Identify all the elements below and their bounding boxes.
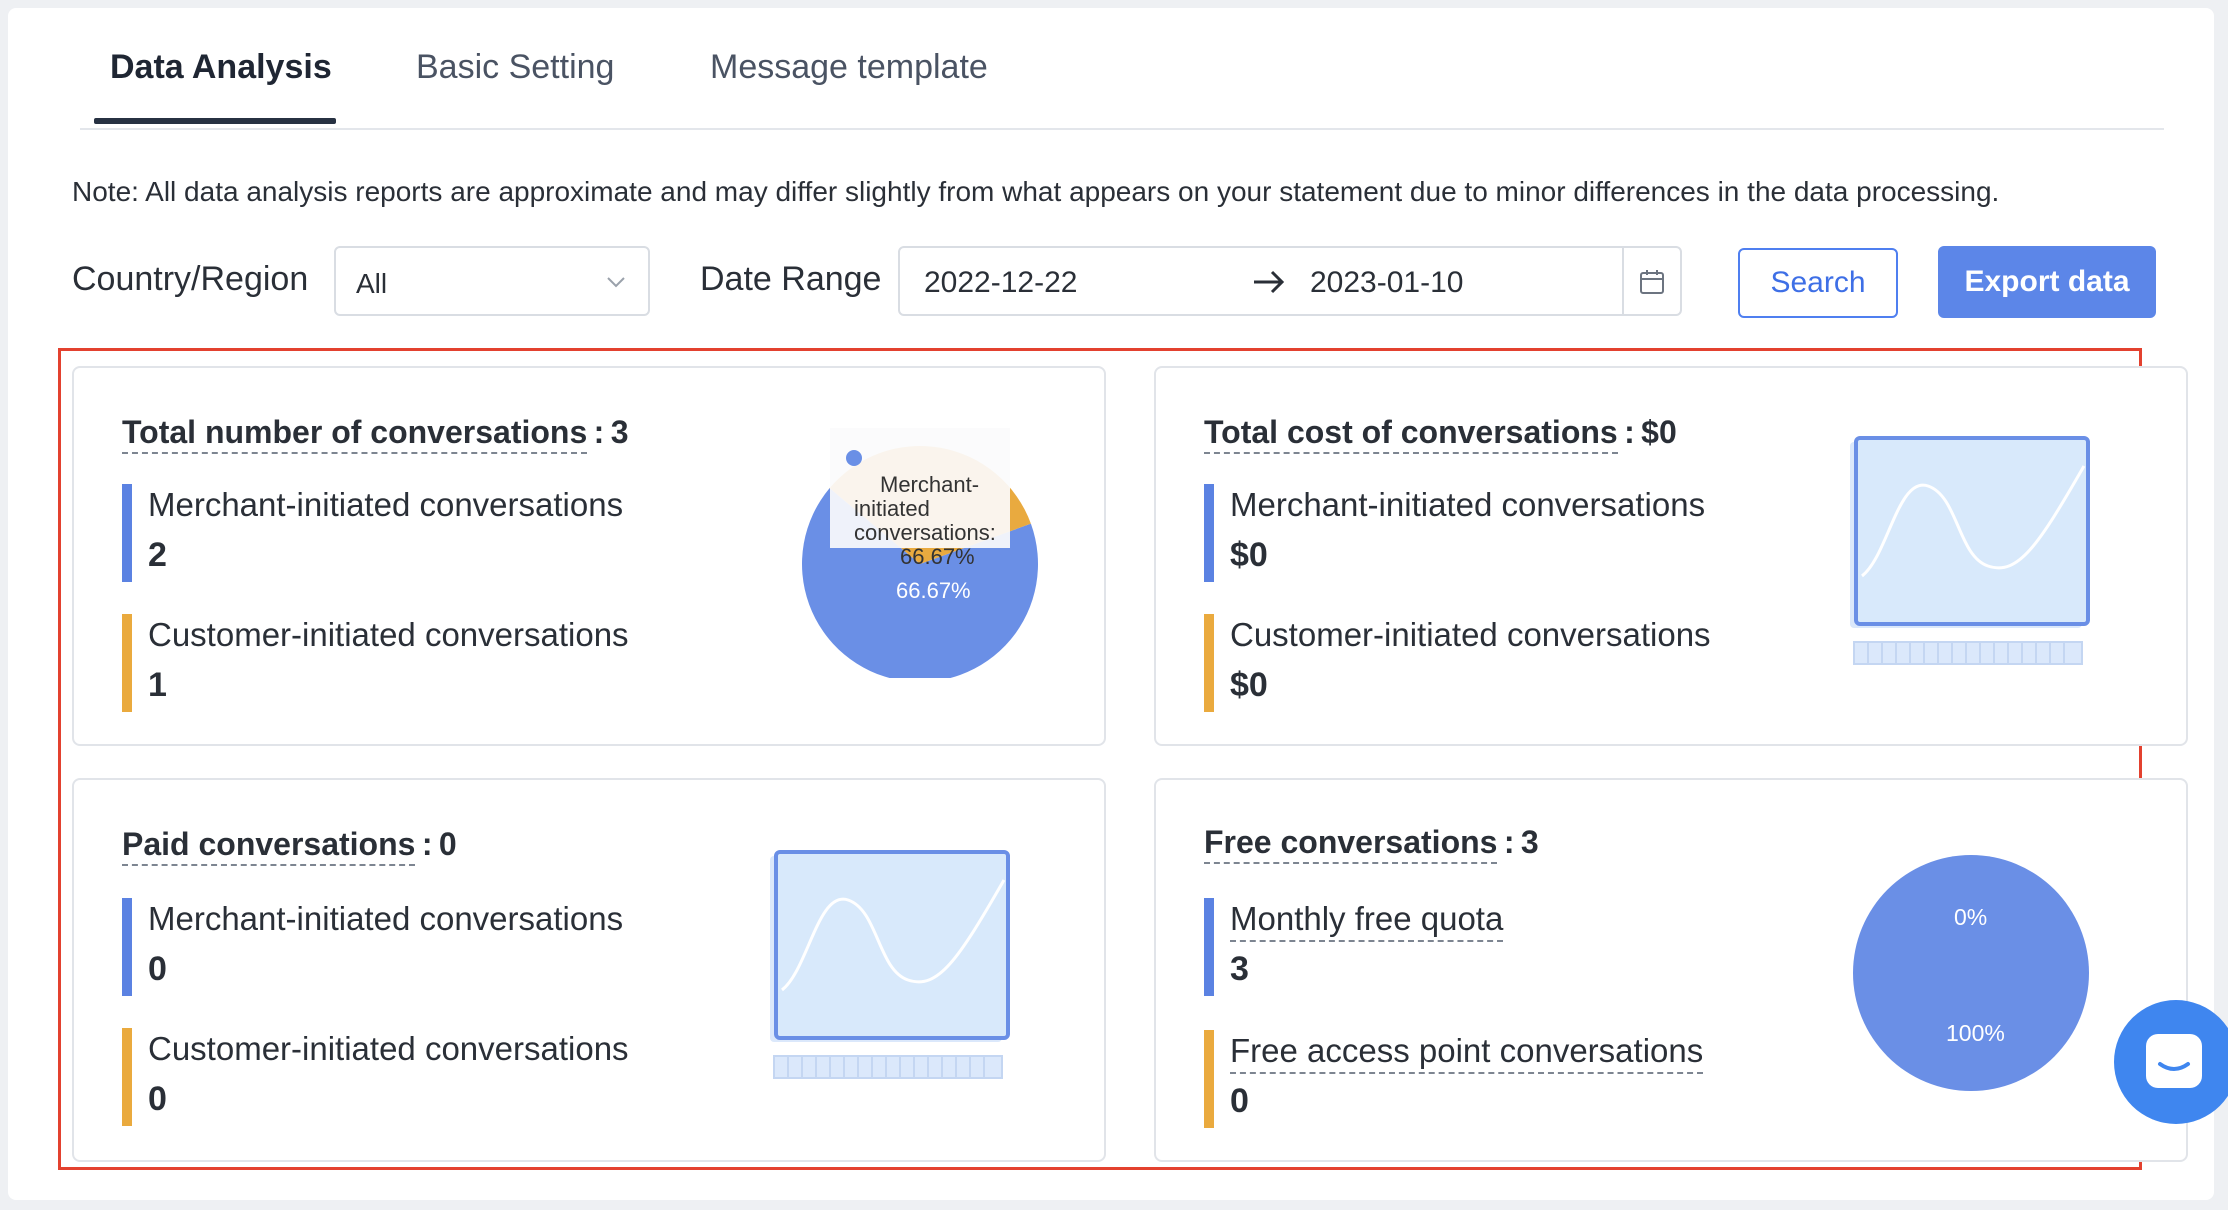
date-end-input[interactable]: 2023-01-10 [1310,266,1463,300]
orange-indicator-bar [1204,1030,1214,1128]
blue-indicator-bar [1204,898,1214,996]
free-conversations-pie-chart[interactable] [1846,848,2096,1098]
metric-label: Customer-initiated conversations [1230,616,1711,653]
disclaimer-note: Note: All data analysis reports are appr… [72,176,2000,207]
card-title-label[interactable]: Paid conversations [122,826,416,866]
card-title-value: 3 [1520,824,1539,860]
tab-basic-setting[interactable]: Basic Setting [416,48,614,87]
pie-slice-label: 66.67% [896,578,971,603]
card-title: Total number of conversations : 3 [122,414,629,454]
blue-indicator-bar [122,898,132,996]
tooltip-line: conversations: [854,520,996,545]
pie-slice-monthly-free-quota[interactable] [1853,855,2089,1091]
card-title: Free conversations : 3 [1204,824,1539,864]
empty-chart-illustration-icon [1850,436,2090,665]
metric-value: 1 [148,666,167,704]
card-title-label[interactable]: Total cost of conversations [1204,414,1618,454]
metric-value: 0 [1230,1082,1249,1120]
free-conversations-card: Free conversations : 3 Monthly free quot… [1154,778,2188,1162]
tooltip-legend-dot [846,450,862,466]
card-title-value: 0 [438,826,457,862]
tooltip-percent: 66.67% [900,544,975,569]
chat-icon [2146,1034,2202,1088]
blue-indicator-bar [1204,484,1214,582]
metric-label: Merchant-initiated conversations [148,486,624,523]
blue-indicator-bar [122,484,132,582]
metric-label: Merchant-initiated conversations [1230,486,1706,523]
date-picker-divider [1622,248,1624,314]
date-start-input[interactable]: 2022-12-22 [924,266,1077,300]
metric-label: Customer-initiated conversations [148,616,629,653]
export-data-button[interactable]: Export data [1938,246,2156,318]
card-title-value: $0 [1641,414,1677,450]
pie-slice-label-bottom: 100% [1946,1020,2005,1046]
metric-label: Merchant-initiated conversations [148,900,624,937]
orange-indicator-bar [1204,614,1214,712]
empty-chart-illustration-icon [770,850,1010,1079]
card-title-value: 3 [610,414,629,450]
metric-label[interactable]: Free access point conversations [1230,1032,1704,1074]
tooltip-line: initiated [854,496,930,521]
pie-slices [1853,855,2089,1091]
orange-indicator-bar [122,614,132,712]
tab-message-template[interactable]: Message template [710,48,988,87]
card-title-label[interactable]: Total number of conversations [122,414,588,454]
date-range-picker[interactable]: 2022-12-22 2023-01-10 [898,246,1682,316]
country-region-label: Country/Region [72,260,309,298]
card-title: Paid conversations : 0 [122,826,457,866]
metric-value: 3 [1230,950,1249,988]
country-region-value: All [356,268,388,299]
tab-data-analysis[interactable]: Data Analysis [110,48,332,87]
paid-conversations-card: Paid conversations : 0 Merchant-initiate… [72,778,1106,1162]
tab-bar: Data Analysis Basic Setting Message temp… [80,8,2164,130]
chevron-down-icon [607,277,625,288]
total-cost-card: Total cost of conversations : $0 Merchan… [1154,366,2188,746]
active-tab-indicator [94,118,336,124]
live-chat-button[interactable] [2114,1000,2228,1124]
search-button[interactable]: Search [1738,248,1898,318]
pie-slice-label-top: 0% [1954,904,1988,930]
metric-value: 0 [148,1080,167,1118]
orange-indicator-bar [122,1028,132,1126]
metric-label[interactable]: Monthly free quota [1230,900,1504,942]
card-title: Total cost of conversations : $0 [1204,414,1677,454]
metric-label: Customer-initiated conversations [148,1030,629,1067]
arrow-right-icon [1254,270,1285,294]
metric-value: 0 [148,950,167,988]
total-conversations-card: Total number of conversations : 3 Mercha… [72,366,1106,746]
tooltip-line: Merchant- [880,472,980,497]
metric-value: $0 [1230,666,1268,704]
data-analysis-page: Data Analysis Basic Setting Message temp… [8,8,2214,1200]
calendar-icon[interactable] [1638,268,1666,296]
card-title-label[interactable]: Free conversations [1204,824,1498,864]
date-range-label: Date Range [700,260,882,298]
metric-value: 2 [148,536,167,574]
country-region-select[interactable]: All [334,246,650,316]
metric-value: $0 [1230,536,1268,574]
